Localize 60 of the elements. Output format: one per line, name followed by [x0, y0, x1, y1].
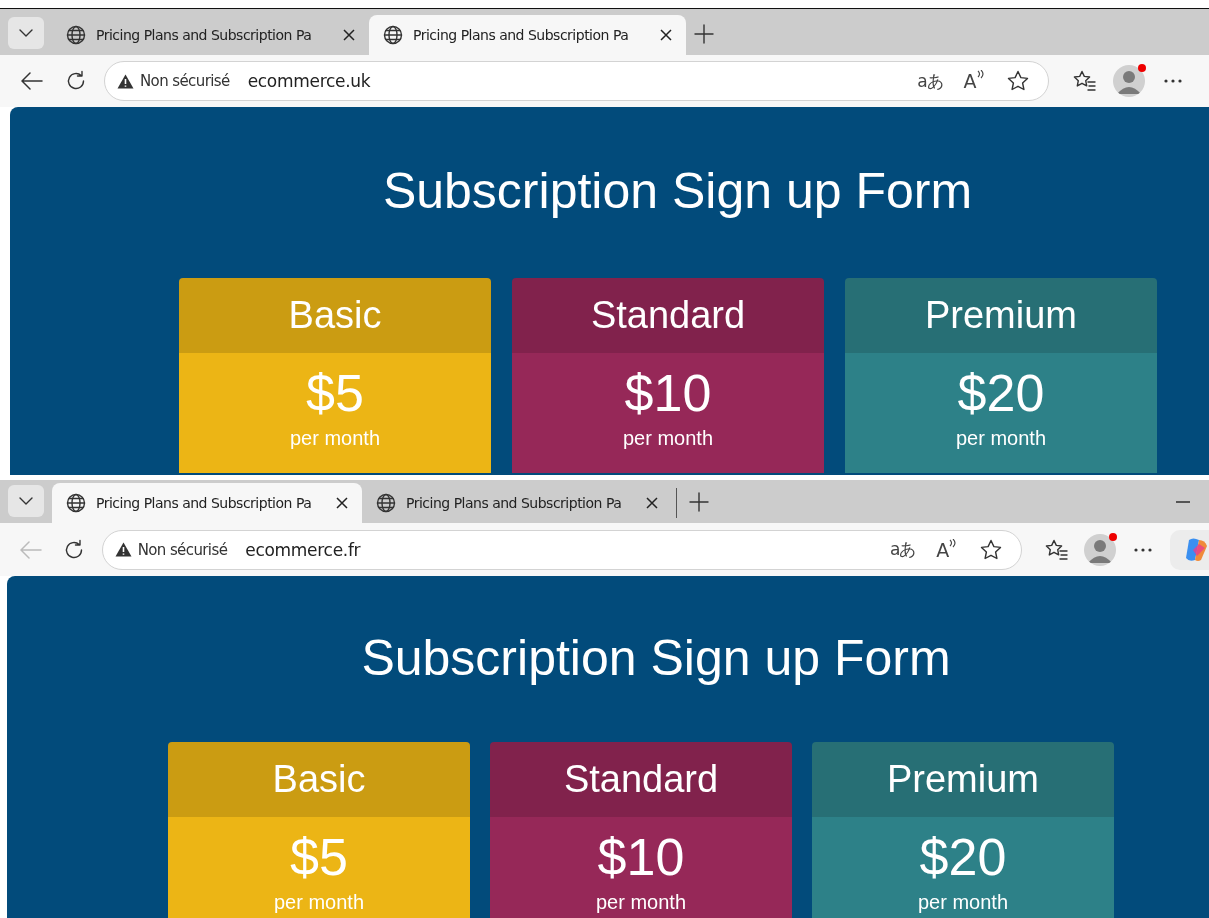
- close-icon[interactable]: [660, 29, 672, 41]
- star-icon: [979, 539, 1002, 561]
- security-label[interactable]: Non sécurisé: [140, 72, 230, 90]
- globe-icon: [383, 25, 403, 45]
- security-label[interactable]: Non sécurisé: [137, 541, 228, 559]
- plan-name: Standard: [563, 758, 719, 802]
- translate-icon[interactable]: aあ: [908, 69, 952, 93]
- plan-period: per month: [595, 891, 687, 915]
- translate-icon[interactable]: aあ: [880, 538, 925, 562]
- plan-name: Standard: [590, 294, 746, 337]
- url-text[interactable]: ecommerce.fr: [245, 540, 881, 560]
- browser-tab[interactable]: Pricing Plans and Subscription Pa: [369, 15, 686, 55]
- copilot-icon: [1185, 536, 1209, 564]
- ellipsis-icon: [1133, 548, 1152, 552]
- close-icon[interactable]: [336, 497, 348, 510]
- globe-icon: [66, 25, 86, 45]
- close-icon[interactable]: [646, 497, 658, 510]
- plan-period: per month: [289, 427, 381, 450]
- plan-name: Premium: [925, 294, 1077, 337]
- form-heading: Subscription Sign up Form: [382, 162, 973, 221]
- address-bar[interactable]: Non sécurisé ecommerce.fr aあ A: [101, 530, 1022, 570]
- avatar-icon: [1113, 65, 1145, 97]
- warning-icon: [114, 542, 132, 558]
- address-bar[interactable]: Non sécurisé ecommerce.uk aあ A: [104, 61, 1049, 101]
- plan-price: $5: [290, 827, 348, 888]
- plus-icon: [689, 492, 709, 513]
- plan-period: per month: [955, 427, 1047, 450]
- browser-tab[interactable]: Pricing Plans and Subscription Pa: [52, 15, 369, 55]
- avatar-icon: [1083, 534, 1116, 566]
- plan-period: per month: [622, 427, 714, 450]
- browser-tab[interactable]: Pricing Plans and Subscription Pa: [52, 483, 362, 524]
- plan-price: $10: [597, 827, 685, 888]
- warning-icon: [117, 73, 134, 89]
- reload-icon: [65, 70, 87, 92]
- plan-price: $5: [306, 363, 364, 423]
- plan-price: $10: [624, 363, 712, 423]
- chevron-down-icon: [19, 29, 33, 37]
- star-list-icon: [1045, 539, 1070, 561]
- plan-period: per month: [917, 891, 1009, 915]
- url-text[interactable]: ecommerce.uk: [247, 71, 908, 91]
- plan-price: $20: [919, 827, 1007, 888]
- ellipsis-icon: [1164, 79, 1182, 83]
- globe-icon: [66, 493, 86, 514]
- plan-name: Basic: [272, 758, 366, 802]
- form-heading: Subscription Sign up Form: [361, 629, 951, 689]
- browser-tab[interactable]: Pricing Plans and Subscription Pa: [362, 483, 672, 524]
- plus-icon: [694, 24, 714, 44]
- close-icon[interactable]: [343, 29, 355, 41]
- globe-icon: [376, 493, 396, 514]
- star-icon: [1007, 70, 1029, 92]
- plan-name: Premium: [887, 758, 1039, 802]
- minimize-icon: [1176, 501, 1190, 504]
- plan-period: per month: [273, 891, 365, 915]
- star-list-icon: [1073, 70, 1097, 92]
- back-arrow-icon: [20, 541, 43, 559]
- back-arrow-icon: [21, 72, 43, 90]
- plan-name: Basic: [288, 294, 382, 337]
- copilot-button[interactable]: [1170, 530, 1209, 570]
- plan-price: $20: [957, 363, 1045, 423]
- chevron-down-icon: [19, 497, 33, 506]
